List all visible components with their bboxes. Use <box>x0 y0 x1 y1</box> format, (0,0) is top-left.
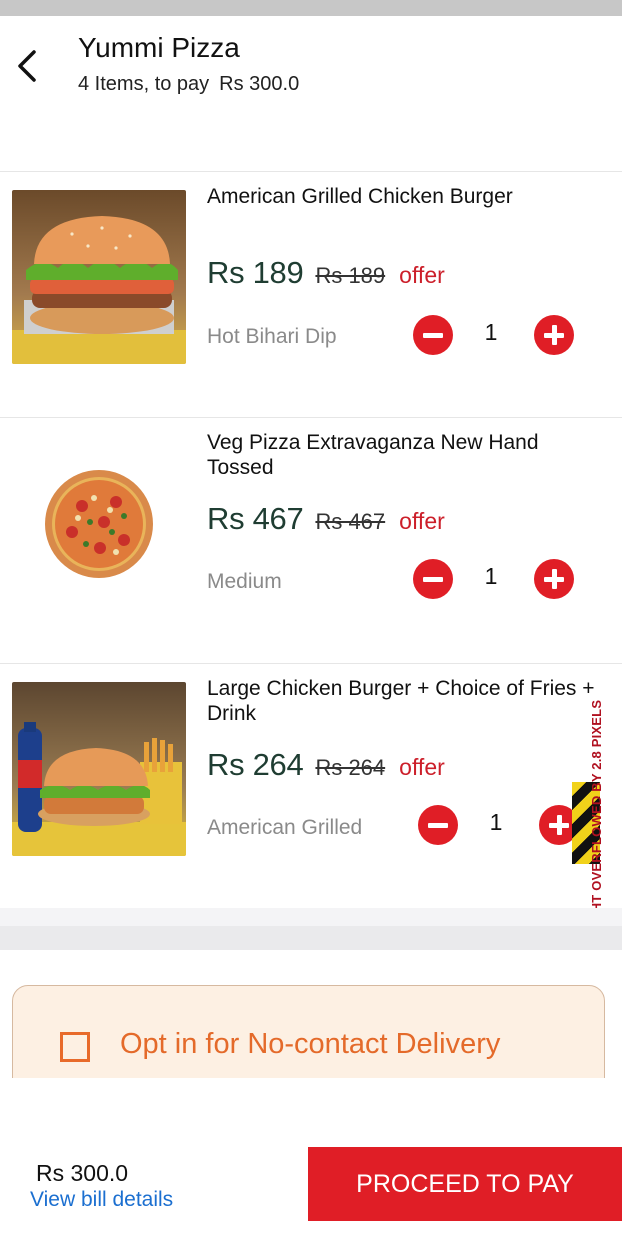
cart-item: Veg Pizza Extravaganza New Hand Tossed R… <box>0 418 622 663</box>
overflow-warning: RIGHT OVERFLOWED BY 2.8 PIXELS <box>589 699 604 936</box>
item-old-price: Rs 189 <box>315 263 386 288</box>
item-price: Rs 467 <box>207 501 304 536</box>
item-quantity: 1 <box>489 809 503 835</box>
item-name: Large Chicken Burger + Choice of Fries +… <box>207 677 595 725</box>
price-row: Rs 264 Rs 264 offer <box>207 747 445 783</box>
back-button[interactable] <box>10 46 46 86</box>
item-quantity: 1 <box>484 563 498 589</box>
page-title: Yummi Pizza <box>78 32 240 63</box>
section-gap <box>0 926 622 950</box>
offer-label: offer <box>399 508 445 534</box>
price-row: Rs 189 Rs 189 offer <box>207 255 445 291</box>
item-variant: Hot Bihari Dip <box>207 325 337 348</box>
item-name: Veg Pizza Extravaganza New Hand Tossed <box>207 431 539 479</box>
decrease-quantity-button[interactable] <box>418 805 458 845</box>
decrease-quantity-button[interactable] <box>413 315 453 355</box>
item-old-price: Rs 264 <box>315 755 386 780</box>
header: Yummi Pizza 4 Items, to pay Rs 300.0 <box>0 16 622 172</box>
status-bar <box>0 0 622 16</box>
chevron-left-icon <box>18 50 36 82</box>
decrease-quantity-button[interactable] <box>413 559 453 599</box>
increase-quantity-button[interactable] <box>534 559 574 599</box>
total-amount: Rs 300.0 <box>36 1160 129 1186</box>
cart-item: American Grilled Chicken Burger Rs 189 Rs… <box>0 172 622 417</box>
item-old-price: Rs 467 <box>315 509 386 534</box>
offer-label: offer <box>399 754 445 780</box>
item-variant: Medium <box>207 570 282 593</box>
cart-summary: 4 Items, to pay Rs 300.0 <box>78 73 299 96</box>
bottom-bar: Rs 300.0 View bill details PROCEED TO PA… <box>0 1078 622 1244</box>
item-name: American Grilled Chicken Burger <box>207 185 513 208</box>
burger-combo-image <box>12 682 186 856</box>
cart-item: Large Chicken Burger + Choice of Fries +… <box>0 664 622 909</box>
no-contact-label: Opt in for No-contact Delivery <box>120 1028 501 1060</box>
no-contact-checkbox[interactable] <box>60 1032 90 1062</box>
item-variant: American Grilled <box>207 816 363 839</box>
burger-image <box>12 190 186 364</box>
to-pay-amount: Rs 300.0 <box>219 73 300 95</box>
pizza-image <box>12 436 186 610</box>
increase-quantity-button[interactable] <box>534 315 574 355</box>
proceed-to-pay-button[interactable]: PROCEED TO PAY <box>308 1147 622 1221</box>
item-count: 4 Items, to pay <box>78 73 210 95</box>
item-price: Rs 264 <box>207 747 304 782</box>
item-price: Rs 189 <box>207 255 304 290</box>
view-bill-details-link[interactable]: View bill details <box>30 1188 173 1212</box>
price-row: Rs 467 Rs 467 offer <box>207 501 445 537</box>
section-gap <box>0 908 622 926</box>
offer-label: offer <box>399 262 445 288</box>
item-quantity: 1 <box>484 319 498 345</box>
